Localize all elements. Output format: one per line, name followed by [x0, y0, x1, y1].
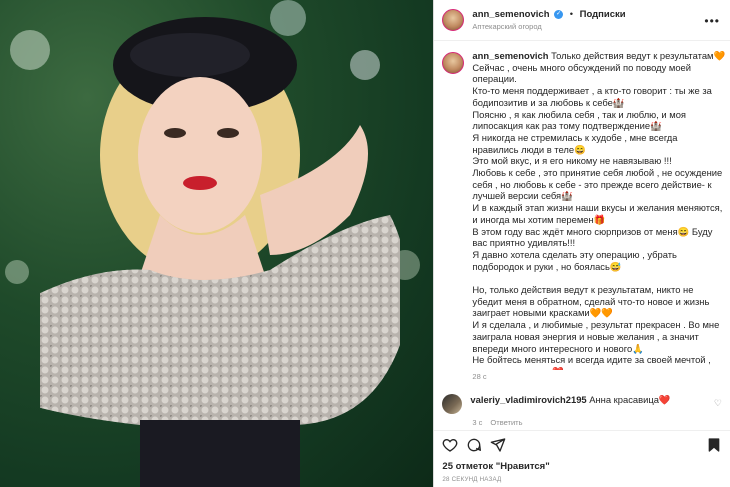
comment-text: valeriy_vladimirovich2195 Анна красавица… — [470, 394, 670, 405]
author-username[interactable]: ann_semenovich — [472, 9, 549, 20]
comment-body: Анна красавица❤️ — [589, 394, 671, 405]
caption-text: ann_semenovich Только действия ведут к р… — [472, 50, 726, 370]
author-avatar[interactable] — [442, 9, 465, 31]
comment: valeriy_vladimirovich2195 Анна красавица… — [442, 394, 722, 414]
share-icon[interactable] — [490, 437, 506, 453]
verified-icon: ✓ — [554, 9, 564, 19]
likes-count[interactable]: 25 отметок "Нравится" — [442, 461, 549, 472]
post-age: 28 СЕКУНД НАЗАД — [442, 476, 502, 483]
caption: ann_semenovich Только действия ведут к р… — [442, 50, 726, 370]
post-header: ann_semenovich ✓ • Подписки Аптекарский … — [434, 0, 730, 41]
caption-avatar[interactable] — [442, 52, 465, 74]
caption-body: Только действия ведут к результатам🧡 Сей… — [472, 50, 726, 370]
commenter-avatar[interactable] — [442, 394, 463, 414]
bokeh-light — [5, 260, 29, 284]
bookmark-icon[interactable] — [706, 437, 722, 453]
post-sidebar: ann_semenovich ✓ • Подписки Аптекарский … — [433, 0, 730, 487]
author-meta: ann_semenovich ✓ • Подписки Аптекарский … — [472, 8, 625, 33]
caption-username[interactable]: ann_semenovich — [472, 50, 548, 61]
woman-figure — [40, 17, 400, 487]
separator-dot: • — [569, 7, 574, 19]
more-icon[interactable]: ••• — [704, 14, 720, 28]
reply-button[interactable]: Ответить — [490, 418, 522, 427]
instagram-post: ann_semenovich ✓ • Подписки Аптекарский … — [0, 0, 730, 487]
heart-icon[interactable] — [442, 437, 458, 453]
comment-time: 3 с — [472, 418, 483, 427]
like-comment-icon[interactable]: ♡ — [714, 398, 722, 409]
caption-time: 28 с — [472, 372, 487, 381]
follow-button[interactable]: Подписки — [580, 9, 626, 20]
location-link[interactable]: Аптекарский огород — [472, 21, 625, 33]
comment-icon[interactable] — [466, 437, 482, 453]
commenter-username[interactable]: valeriy_vladimirovich2195 — [470, 394, 586, 405]
post-photo[interactable] — [0, 0, 434, 487]
comment-meta: 3 с Ответить — [472, 418, 530, 427]
action-bar — [434, 430, 730, 461]
